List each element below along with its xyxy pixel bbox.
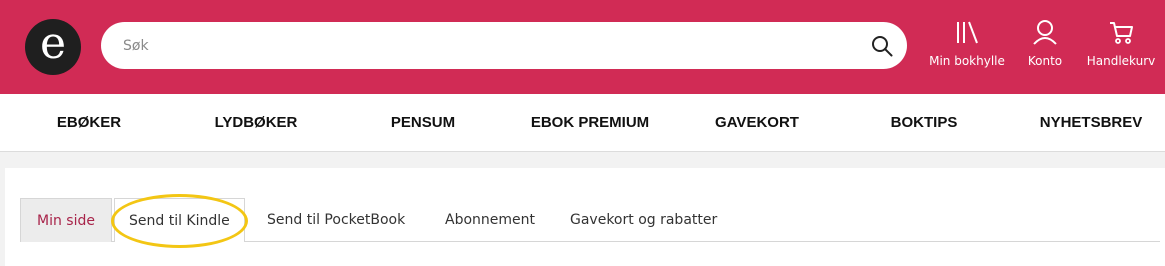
cart-icon: [1110, 22, 1133, 44]
nav-item-curriculum[interactable]: PENSUM: [391, 94, 455, 152]
tab-send-to-kindle[interactable]: Send til Kindle: [114, 198, 245, 242]
tab-gift-cards-discounts[interactable]: Gavekort og rabatter: [570, 198, 717, 242]
search-icon[interactable]: [871, 35, 893, 57]
nav-item-ebooks[interactable]: EBØKER: [57, 94, 121, 152]
logo-letter: e: [39, 18, 67, 69]
account-link[interactable]: Konto: [1018, 18, 1072, 74]
nav-item-book-tips[interactable]: BOKTIPS: [891, 94, 958, 152]
search-input[interactable]: [123, 22, 843, 69]
search-bar: [101, 22, 907, 69]
tab-my-page[interactable]: Min side: [20, 198, 112, 242]
nav-item-gift-cards[interactable]: GAVEKORT: [715, 94, 799, 152]
cart-link[interactable]: Handlekurv: [1080, 18, 1162, 74]
account-panel: Min side Send til Kindle Send til Pocket…: [5, 168, 1165, 266]
main-navigation: EBØKER LYDBØKER PENSUM EBOK PREMIUM GAVE…: [0, 94, 1165, 152]
top-header: e Min bokhylle Konto Handlekurv: [0, 0, 1165, 94]
account-label: Konto: [1027, 54, 1063, 68]
nav-item-audiobooks[interactable]: LYDBØKER: [215, 94, 298, 152]
my-bookshelf-label: Min bokhylle: [929, 54, 1005, 68]
site-logo[interactable]: e: [25, 19, 81, 75]
user-icon: [1033, 20, 1057, 45]
nav-item-ebook-premium[interactable]: EBOK PREMIUM: [531, 94, 649, 152]
account-tabs: Min side Send til Kindle Send til Pocket…: [20, 198, 1160, 242]
cart-label: Handlekurv: [1086, 54, 1156, 68]
bookshelf-icon: [957, 21, 978, 44]
nav-item-newsletter[interactable]: NYHETSBREV: [1040, 94, 1143, 152]
tab-send-to-pocketbook[interactable]: Send til PocketBook: [267, 198, 405, 242]
tab-subscription[interactable]: Abonnement: [445, 198, 535, 242]
my-bookshelf-link[interactable]: Min bokhylle: [922, 18, 1012, 74]
